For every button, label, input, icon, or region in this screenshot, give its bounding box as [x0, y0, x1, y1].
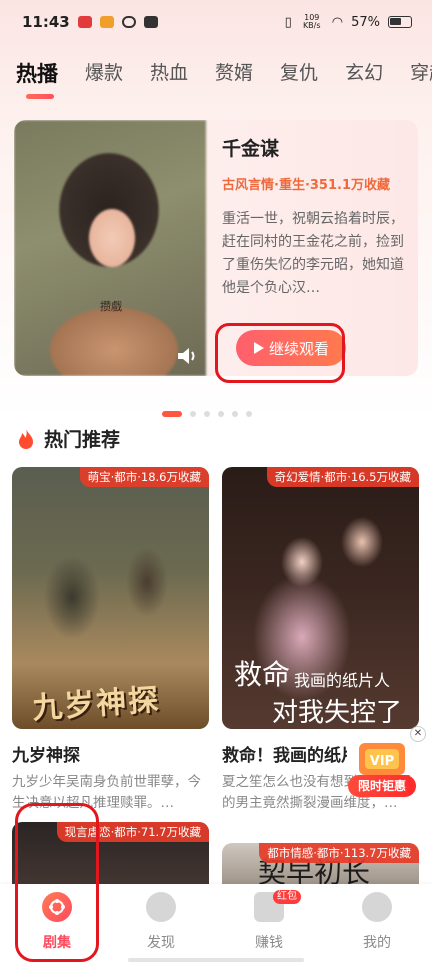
drama-poster[interactable]: 萌宝·都市·18.6万收藏 九岁神探 [12, 467, 209, 729]
annotation-highlight-nav [15, 803, 99, 962]
card-title: 九岁神探 [12, 746, 80, 766]
section-header-hot: 热门推荐 [16, 425, 120, 452]
status-time: 11:43 [22, 13, 70, 31]
pager-dot[interactable] [204, 411, 210, 417]
close-icon[interactable]: ✕ [410, 726, 426, 742]
pager-dot[interactable] [218, 411, 224, 417]
nav-label: 我的 [363, 935, 391, 951]
drama-poster[interactable]: 奇幻爱情·都市·16.5万收藏 救命 我画的纸片人 对我失控了 [222, 467, 419, 729]
carousel-pager [162, 411, 252, 417]
svg-text:VIP: VIP [370, 754, 394, 769]
pager-dot-active[interactable] [162, 411, 182, 417]
tab-time-travel[interactable]: 穿越 [410, 56, 432, 100]
network-speed: 109 KB/s [302, 13, 321, 30]
sync-icon [121, 16, 136, 28]
nav-item-discover[interactable]: 发现 [121, 892, 201, 952]
fire-icon [19, 428, 33, 449]
pager-dot[interactable] [246, 411, 252, 417]
profile-icon [362, 892, 392, 922]
featured-tags: 古风言情·重生·351.1万收藏 [222, 178, 390, 193]
pager-dot[interactable] [190, 411, 196, 417]
featured-title: 千金谋 [222, 138, 280, 160]
card-badge: 萌宝·都市·18.6万收藏 [79, 467, 209, 487]
vibrate-icon: ▯ [284, 14, 292, 30]
app-notification-icon [77, 16, 92, 28]
poster-title-art: 救命 [234, 658, 291, 691]
wifi-icon: ◠ [331, 14, 344, 30]
nav-label: 赚钱 [255, 935, 283, 951]
featured-poster[interactable] [14, 120, 206, 376]
tab-son-in-law[interactable]: 赘婿 [215, 56, 253, 100]
annotation-highlight-play [215, 323, 345, 383]
status-bar: 11:43 ▯ 109 KB/s ◠ 57% [0, 0, 432, 44]
vip-promo-label[interactable]: 限时钜惠 [348, 775, 416, 797]
speaker-icon[interactable] [176, 346, 198, 366]
poster-title-art: 九岁神探 [31, 682, 162, 727]
tab-fantasy[interactable]: 玄幻 [345, 56, 383, 100]
poster-watermark: 攒戲 [100, 300, 122, 313]
tab-revenge[interactable]: 复仇 [280, 56, 318, 100]
pager-dot[interactable] [232, 411, 238, 417]
section-title: 热门推荐 [44, 429, 121, 451]
app-notification-icon [143, 16, 158, 28]
battery-icon [388, 16, 412, 28]
tab-blockbuster[interactable]: 爆款 [85, 56, 123, 100]
card-badge: 奇幻爱情·都市·16.5万收藏 [266, 467, 419, 487]
card-badge: 都市情感·都市·113.7万收藏 [259, 843, 419, 863]
tab-action[interactable]: 热血 [150, 56, 188, 100]
drama-card[interactable]: 萌宝·都市·18.6万收藏 九岁神探 九岁神探 九岁少年吴南身负前世罪孽，今生决… [12, 467, 209, 814]
card-title: 救命！我画的纸片人对我失控了 [222, 746, 347, 766]
planet-icon [146, 892, 176, 922]
tab-hot[interactable]: 热播 [16, 56, 58, 100]
nav-item-profile[interactable]: 我的 [337, 892, 417, 952]
nav-label: 发现 [147, 935, 175, 951]
app-notification-icon [99, 16, 114, 28]
home-indicator[interactable] [128, 958, 304, 962]
battery-percent: 57% [351, 14, 380, 30]
category-tabs: 热播 爆款 热血 赘婿 复仇 玄幻 穿越 [16, 56, 432, 100]
red-packet-badge: 红包 [273, 890, 301, 904]
poster-title-art-line2: 对我失控了 [272, 698, 403, 728]
featured-description: 重活一世，祝朝云掐着时辰，赶在同村的王金花之前，捡到了重伤失忆的李元昭，她知道他… [222, 211, 404, 296]
poster-subtitle-art: 我画的纸片人 [294, 671, 391, 690]
